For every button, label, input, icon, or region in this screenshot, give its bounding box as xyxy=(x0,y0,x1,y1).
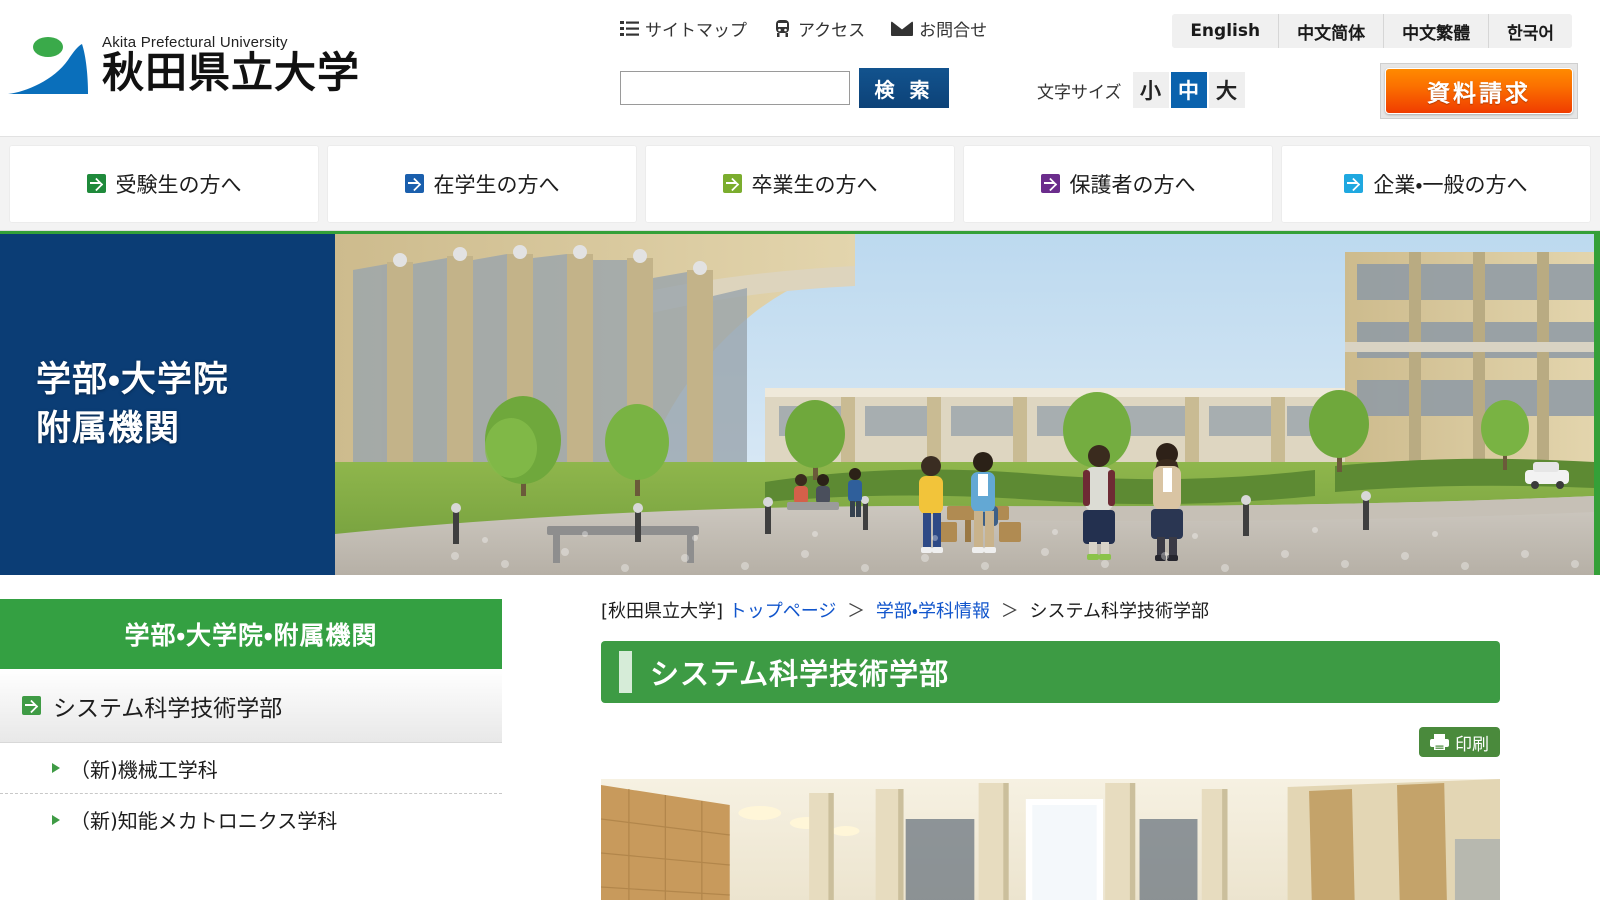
nav-label: 企業・一般の方へ xyxy=(1373,172,1528,197)
sitemap-link[interactable]: サイトマップ xyxy=(620,16,747,41)
hero-title: 学部・大学院 附属機関 xyxy=(36,356,229,453)
utility-links: サイトマップ アクセス お問合せ xyxy=(620,16,987,41)
global-navigation: 受験生の方へ 在学生の方へ 卒業生の方へ 保護者の方へ 企業・一般の方へ xyxy=(0,137,1600,231)
page-title: システム科学技術学部 xyxy=(650,657,950,692)
breadcrumb-link-faculty-info[interactable]: 学部・学科情報 xyxy=(876,601,990,622)
arrow-icon xyxy=(722,174,742,193)
nav-item-current-students[interactable]: 在学生の方へ xyxy=(327,144,637,223)
nav-item-companies-general[interactable]: 企業・一般の方へ xyxy=(1281,144,1591,223)
site-logo[interactable]: Akita Prefectural University 秋田県立大学 xyxy=(8,34,360,96)
nav-item-prospective-students[interactable]: 受験生の方へ xyxy=(9,144,319,223)
main-column: [秋田県立大学] トップページ ＞ 学部・学科情報 ＞ システム科学技術学部 シ… xyxy=(502,599,1600,900)
font-size-control: 文字サイズ 小 中 大 xyxy=(1037,72,1245,108)
font-size-small[interactable]: 小 xyxy=(1132,72,1169,108)
arrow-icon xyxy=(86,174,106,193)
site-search: 検 索 xyxy=(620,68,949,108)
content-photo-illustration xyxy=(601,779,1500,900)
hero-title-line1: 学部・大学院 xyxy=(36,360,229,401)
sidebar-item-mechanical-engineering[interactable]: （新)機械工学科 xyxy=(0,743,502,794)
title-accent-bar xyxy=(619,651,632,694)
print-button[interactable]: 印刷 xyxy=(1419,727,1500,758)
sidebar-heading: 学部・大学院・附属機関 xyxy=(0,599,502,669)
hero-title-panel: 学部・大学院 附属機関 xyxy=(0,234,335,575)
request-materials-frame: 資料請求 xyxy=(1380,63,1578,119)
arrow-icon xyxy=(404,174,424,193)
triangle-bullet-icon xyxy=(52,763,60,773)
site-header: Akita Prefectural University 秋田県立大学 サイトマ… xyxy=(0,0,1600,137)
sidebar: 学部・大学院・附属機関 システム科学技術学部 （新)機械工学科 （新)知能メカト… xyxy=(0,599,502,900)
printer-icon xyxy=(1430,734,1449,751)
triangle-bullet-icon xyxy=(52,814,60,825)
mail-icon xyxy=(890,20,914,37)
hero-campus-photo xyxy=(335,234,1594,575)
contact-link[interactable]: お問合せ xyxy=(890,16,988,41)
language-switcher: English 中文简体 中文繁體 한국어 xyxy=(1172,14,1572,48)
logo-japanese-name: 秋田県立大学 xyxy=(102,48,361,97)
sidebar-item-intelligent-mechatronics[interactable]: （新)知能メカトロニクス学科 xyxy=(0,794,502,845)
breadcrumb-separator: ＞ xyxy=(1000,601,1019,622)
hero-photo-illustration xyxy=(335,234,1594,575)
nav-item-guardians[interactable]: 保護者の方へ xyxy=(963,144,1273,223)
train-icon xyxy=(773,20,792,37)
lang-option-english[interactable]: English xyxy=(1172,14,1279,48)
nav-label: 卒業生の方へ xyxy=(751,172,878,197)
sidebar-item-label: （新)機械工学科 xyxy=(70,757,218,782)
font-size-medium[interactable]: 中 xyxy=(1170,72,1207,108)
font-size-large[interactable]: 大 xyxy=(1208,72,1245,108)
nav-label: 受験生の方へ xyxy=(115,172,242,197)
content-photo xyxy=(601,779,1500,900)
contact-label: お問合せ xyxy=(919,21,988,40)
search-button[interactable]: 検 索 xyxy=(859,68,949,108)
print-row: 印刷 xyxy=(601,727,1500,758)
hero-title-line2: 附属機関 xyxy=(36,408,181,449)
search-input[interactable] xyxy=(620,71,850,105)
lang-option-chinese-simplified[interactable]: 中文简体 xyxy=(1278,14,1384,48)
page-content: 学部・大学院・附属機関 システム科学技術学部 （新)機械工学科 （新)知能メカト… xyxy=(0,575,1600,900)
sidebar-current-label: システム科学技術学部 xyxy=(53,695,283,722)
lang-option-korean[interactable]: 한국어 xyxy=(1488,14,1572,48)
arrow-icon xyxy=(1344,174,1364,193)
sidebar-item-label: （新)知能メカトロニクス学科 xyxy=(70,809,338,833)
font-size-label: 文字サイズ xyxy=(1037,82,1122,102)
lang-option-chinese-traditional[interactable]: 中文繁體 xyxy=(1383,14,1489,48)
print-label: 印刷 xyxy=(1455,734,1489,755)
arrow-icon xyxy=(1040,174,1060,193)
request-materials-button[interactable]: 資料請求 xyxy=(1385,68,1573,114)
breadcrumb: [秋田県立大学] トップページ ＞ 学部・学科情報 ＞ システム科学技術学部 xyxy=(601,599,1500,624)
access-link[interactable]: アクセス xyxy=(773,16,865,41)
arrow-icon xyxy=(22,696,41,715)
page-title-bar: システム科学技術学部 xyxy=(601,641,1500,704)
breadcrumb-separator: ＞ xyxy=(847,601,866,622)
hero-banner: 学部・大学院 附属機関 xyxy=(0,231,1600,575)
sidebar-item-system-science-technology[interactable]: システム科学技術学部 xyxy=(0,669,502,743)
list-icon xyxy=(620,20,639,37)
breadcrumb-current: システム科学技術学部 xyxy=(1029,601,1209,622)
breadcrumb-prefix: [秋田県立大学] xyxy=(601,601,724,622)
breadcrumb-link-top[interactable]: トップページ xyxy=(729,601,837,622)
logo-wave-shape xyxy=(8,37,88,94)
access-label: アクセス xyxy=(798,21,866,40)
nav-label: 保護者の方へ xyxy=(1069,172,1196,197)
university-logo-icon xyxy=(8,34,94,96)
nav-item-alumni[interactable]: 卒業生の方へ xyxy=(645,144,955,223)
sitemap-label: サイトマップ xyxy=(645,21,747,40)
nav-label: 在学生の方へ xyxy=(433,172,560,197)
